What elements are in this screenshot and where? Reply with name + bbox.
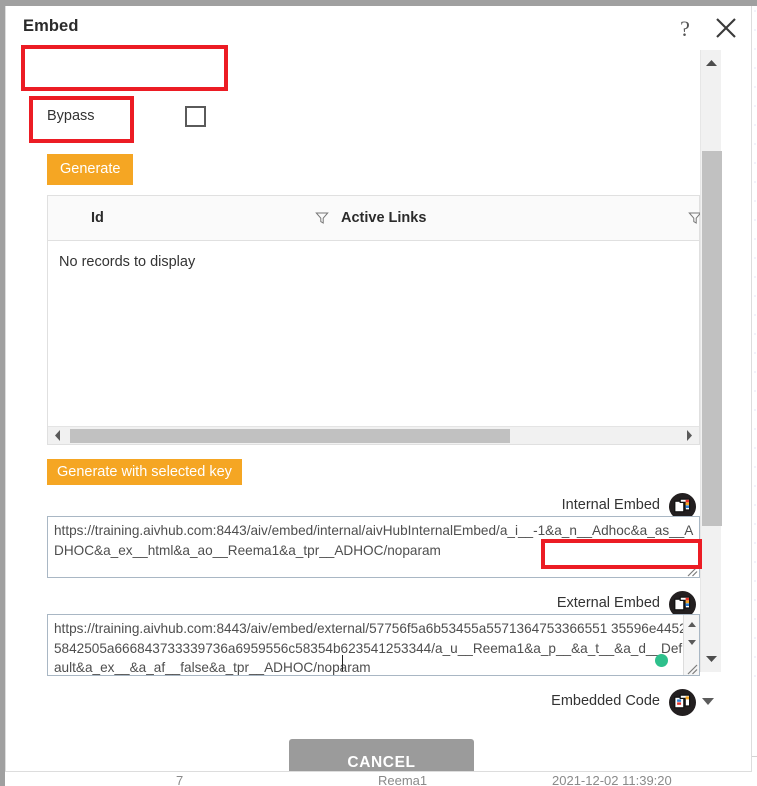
dialog-scroll-up-arrow-icon[interactable] xyxy=(704,56,719,70)
dialog-scroll-down-arrow-icon[interactable] xyxy=(704,652,719,666)
background-row-datetime: 2021-12-02 11:39:20 xyxy=(552,773,672,786)
dialog-body: Bypass Generate Id Active Links No recor… xyxy=(6,50,714,771)
close-icon[interactable] xyxy=(713,15,739,41)
copy-icon-embedded-code[interactable] xyxy=(669,689,696,716)
generate-button[interactable]: Generate xyxy=(47,154,134,185)
internal-embed-label: Internal Embed xyxy=(561,497,660,513)
filter-icon-id[interactable] xyxy=(315,211,329,225)
dialog-header: Embed ? xyxy=(6,6,751,50)
chevron-down-icon-embedded-code[interactable] xyxy=(702,698,714,705)
grid-empty-message: No records to display xyxy=(59,254,196,270)
cancel-button[interactable]: CANCEL xyxy=(289,739,474,771)
internal-embed-input[interactable] xyxy=(52,519,696,577)
external-embed-field-wrapper[interactable] xyxy=(47,614,700,676)
bypass-label: Bypass xyxy=(47,108,95,124)
dialog-vertical-scrollbar[interactable] xyxy=(700,50,722,672)
grid-header-row: Id Active Links xyxy=(48,196,702,241)
scroll-right-arrow-icon[interactable] xyxy=(681,427,697,444)
embedded-code-label-row: Embedded Code xyxy=(436,689,714,717)
column-header-active-links[interactable]: Active Links xyxy=(341,196,426,240)
help-icon[interactable]: ? xyxy=(673,16,697,42)
scroll-left-arrow-icon[interactable] xyxy=(50,427,66,444)
dialog-scroll-thumb[interactable] xyxy=(702,151,722,526)
grid-horizontal-scrollbar[interactable] xyxy=(48,426,699,444)
page-title: Embed xyxy=(23,17,79,35)
embedded-code-label: Embedded Code xyxy=(551,693,660,709)
text-cursor xyxy=(342,655,343,671)
background-row-user: Reema1 xyxy=(378,773,428,786)
background-row-number: 7 xyxy=(176,773,184,786)
generate-with-selected-key-button[interactable]: Generate with selected key xyxy=(47,459,242,485)
active-links-grid: Id Active Links No records to display xyxy=(47,195,702,445)
bypass-checkbox[interactable] xyxy=(185,106,206,127)
screen: 7 Reema1 2021-12-02 11:39:20 Embed ? Byp… xyxy=(0,0,757,786)
embed-dialog: Embed ? Bypass Generate Id Active Links … xyxy=(5,6,752,772)
scroll-up-arrow-icon[interactable] xyxy=(686,618,698,630)
scroll-down-arrow-icon[interactable] xyxy=(686,635,698,647)
resize-grip-icon-external[interactable] xyxy=(685,662,698,675)
status-indicator-dot xyxy=(655,654,668,667)
grid-hscroll-thumb[interactable] xyxy=(70,429,510,443)
internal-embed-field-wrapper[interactable] xyxy=(47,516,700,578)
external-embed-input[interactable] xyxy=(52,617,690,675)
bypass-row: Bypass xyxy=(39,105,224,131)
column-header-id[interactable]: Id xyxy=(91,196,104,240)
resize-grip-icon-internal[interactable] xyxy=(685,564,698,577)
external-embed-label: External Embed xyxy=(556,595,660,611)
